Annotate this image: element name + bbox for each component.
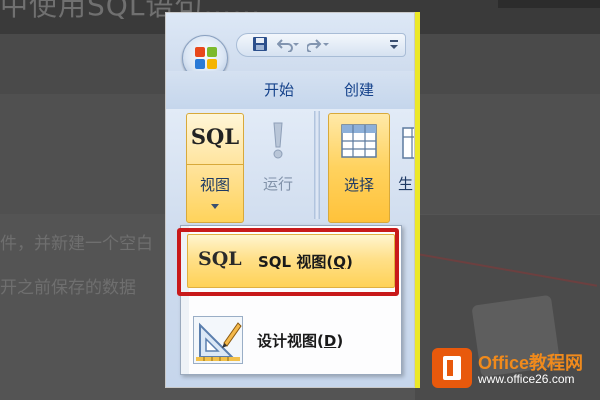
chevron-down-icon[interactable] [211, 204, 219, 209]
menu-item-design-view[interactable]: 设计视图(D) [187, 316, 395, 370]
quick-access-toolbar [236, 33, 406, 57]
tab-home[interactable]: 开始 [264, 79, 294, 101]
view-dropdown-menu: SQL SQL 视图(Q) 设计视图(D) [180, 225, 402, 375]
ribbon-tabs: 开始 创建 [166, 71, 414, 109]
background-text-line: 开之前保存的数据 [0, 278, 136, 298]
background-header-accent [498, 0, 600, 8]
watermark-url: www.office26.com [478, 372, 575, 386]
menu-item-sql-view[interactable]: SQL SQL 视图(Q) [187, 234, 395, 288]
table-icon [341, 124, 377, 158]
undo-icon[interactable] [276, 36, 299, 54]
sql-view-icon: SQL [198, 248, 242, 270]
view-button[interactable]: SQL 视图 [186, 113, 244, 223]
select-button-label: 选择 [343, 176, 374, 194]
table-icon [402, 127, 414, 159]
run-button[interactable]: 运行 [252, 113, 304, 213]
redo-icon[interactable] [306, 36, 329, 54]
tab-create[interactable]: 创建 [344, 79, 374, 101]
screenshot-edge-strip [415, 12, 420, 388]
select-query-button[interactable]: 选择 [328, 113, 390, 223]
background-text-line: 件，并新建一个空白 [0, 234, 153, 254]
office-logo-icon [432, 348, 472, 388]
make-table-label: 生 [398, 175, 414, 193]
menu-item-label: SQL 视图(Q) [258, 253, 353, 271]
design-view-icon [193, 316, 243, 364]
save-icon[interactable] [251, 36, 269, 54]
split-divider [187, 164, 243, 165]
title-bar [166, 13, 414, 81]
run-button-label: 运行 [262, 175, 293, 193]
customize-menu-icon[interactable] [387, 36, 401, 54]
make-table-button[interactable]: 生 [398, 113, 414, 213]
watermark: Office教程网 www.office26.com [432, 348, 600, 392]
menu-item-label: 设计视图(D) [257, 332, 344, 350]
group-separator [314, 111, 320, 219]
view-button-label: 视图 [199, 176, 230, 194]
access-screenshot: 开始 创建 SQL 视图 运行 选择 生 SQL SQL 视图(Q) 设计视图(… [165, 12, 415, 388]
sql-view-glyph: SQL [190, 124, 240, 149]
office-logo-icon [195, 47, 217, 69]
exclamation-icon [273, 122, 283, 159]
